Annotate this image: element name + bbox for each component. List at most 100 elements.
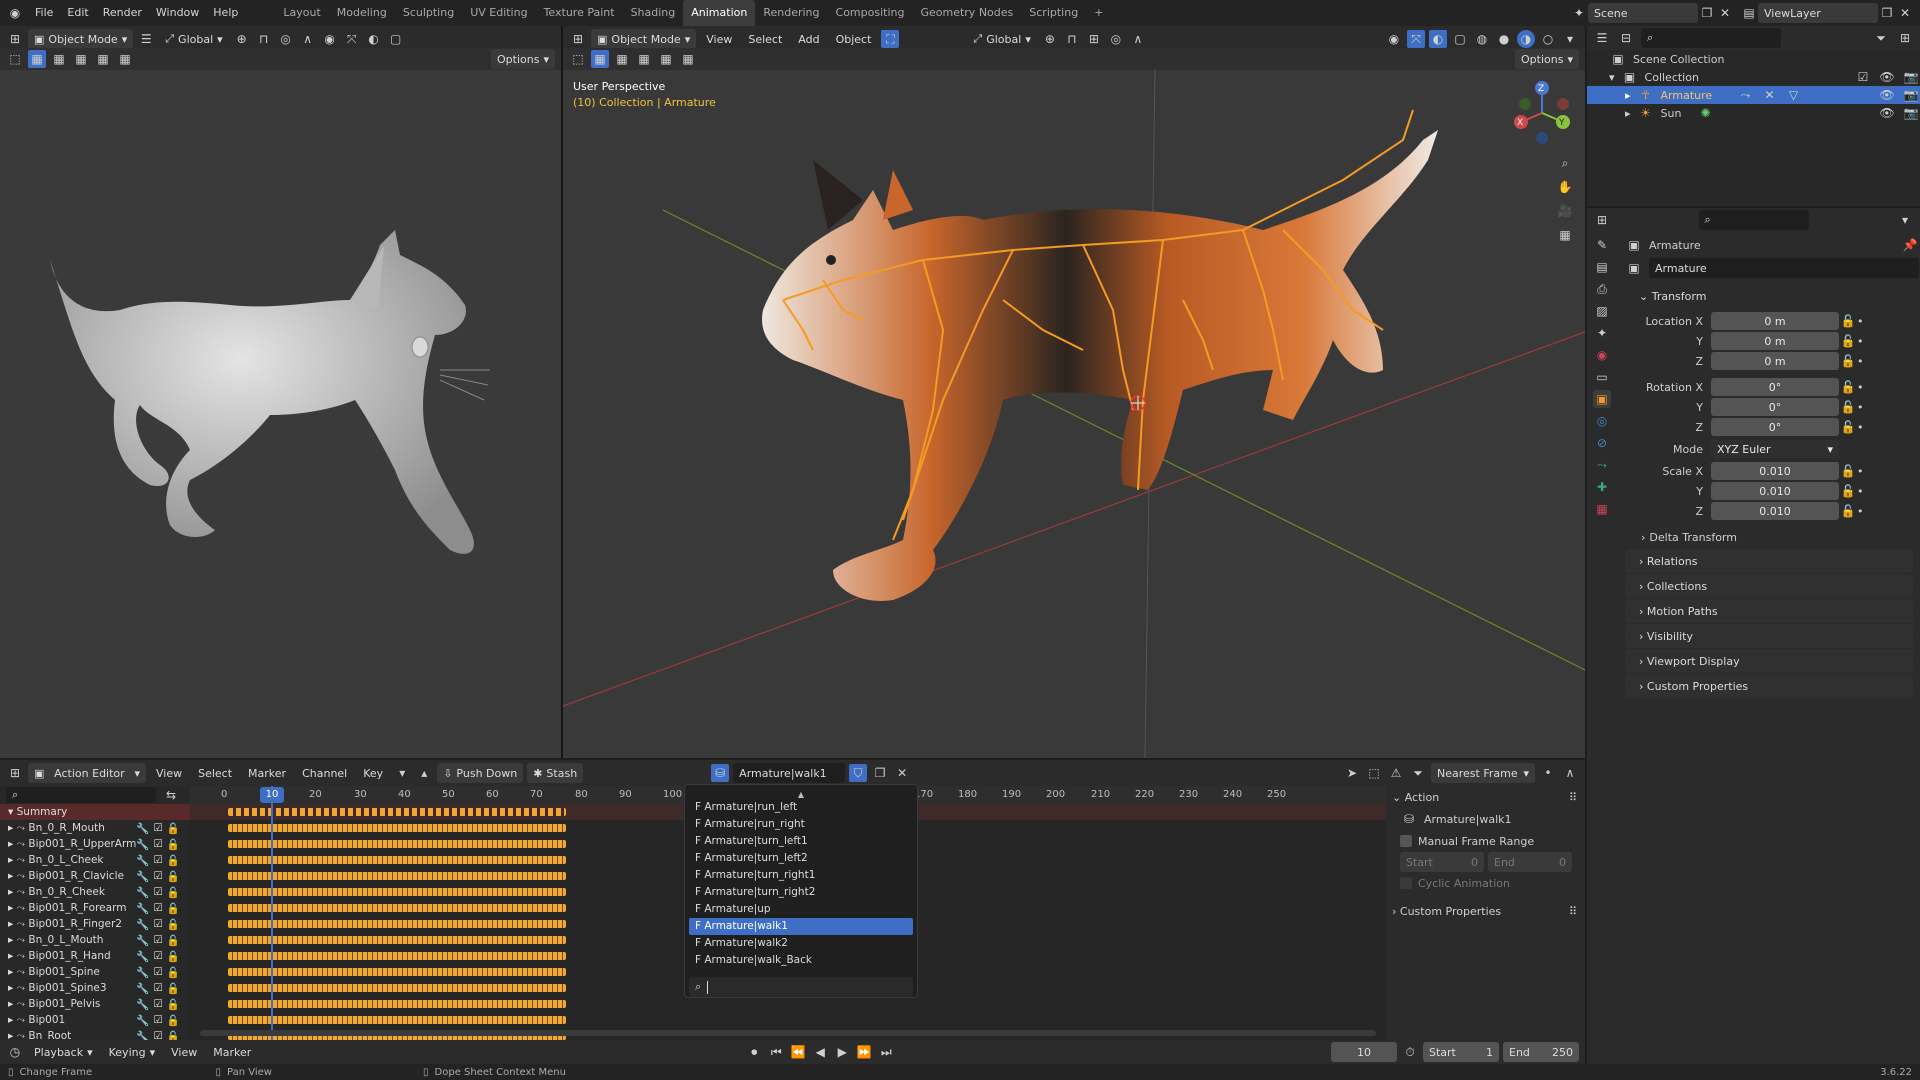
keyframe-track[interactable] xyxy=(228,1016,566,1024)
channel-checkbox[interactable]: ☑ xyxy=(153,1014,162,1026)
select-tool-icon[interactable]: ⬚ xyxy=(6,50,24,68)
rotation-y-field[interactable]: 0° xyxy=(1711,398,1839,416)
menu-add[interactable]: Add xyxy=(792,29,825,49)
location-x-field[interactable]: 0 m xyxy=(1711,312,1839,330)
select-mode-new-icon[interactable]: ▦ xyxy=(28,50,46,68)
lock-icon[interactable]: 🔓 xyxy=(167,854,180,867)
tab-animation[interactable]: Animation xyxy=(683,0,756,26)
select-mode-subtract-icon[interactable]: ▦ xyxy=(635,50,653,68)
eye-icon[interactable]: 👁 xyxy=(1878,86,1896,104)
expand-arrow-icon[interactable]: ▸ xyxy=(8,950,13,962)
expand-arrow-icon[interactable]: ▸ xyxy=(8,998,13,1010)
expand-arrow-icon[interactable]: ▸ xyxy=(8,1014,13,1026)
outliner-row-armature[interactable]: ▸ ☥ Armature ⤳ ✕ ▽ 👁 📷 xyxy=(1587,86,1920,104)
play-reverse-icon[interactable]: ◀ xyxy=(811,1043,829,1061)
stopwatch-icon[interactable]: ⏱ xyxy=(1401,1043,1419,1061)
tab-rendering[interactable]: Rendering xyxy=(755,0,827,26)
lock-icon[interactable]: 🔓 xyxy=(1839,482,1857,500)
expand-arrow-icon[interactable]: ▸ xyxy=(1625,107,1631,120)
visibility-icon[interactable]: ◉ xyxy=(1385,30,1403,48)
action-list-item[interactable]: F Armature|turn_left1 xyxy=(689,833,913,850)
viewport-display-header[interactable]: › Viewport Display xyxy=(1625,649,1913,673)
tab-shading[interactable]: Shading xyxy=(623,0,684,26)
tab-compositing[interactable]: Compositing xyxy=(828,0,913,26)
playhead-frame-badge[interactable]: 10 xyxy=(260,787,284,803)
chevron-down-icon[interactable]: ▾ xyxy=(1896,211,1914,229)
viewlayer-selector[interactable]: ViewLayer xyxy=(1758,3,1878,23)
location-z-field[interactable]: 0 m xyxy=(1711,352,1839,370)
summary-row[interactable]: ▾ Summary xyxy=(0,804,190,820)
overlay-icon[interactable]: ◐ xyxy=(1429,30,1447,48)
shading-material-icon[interactable]: ◑ xyxy=(1517,30,1535,48)
scale-z-field[interactable]: 0.010 xyxy=(1711,502,1839,520)
lock-icon[interactable]: 🔓 xyxy=(167,822,180,835)
action-list-item[interactable]: F Armature|run_left xyxy=(689,799,913,816)
visibility-icon[interactable]: ◉ xyxy=(321,30,339,48)
wrench-icon[interactable]: 🔧 xyxy=(136,1030,149,1041)
expand-arrow-icon[interactable]: ▸ xyxy=(8,1030,13,1040)
gizmo-icon[interactable]: ⤧ xyxy=(1407,30,1425,48)
menu-channel[interactable]: Channel xyxy=(296,763,353,783)
lock-icon[interactable]: 🔓 xyxy=(167,902,180,915)
jump-end-icon[interactable]: ⏭ xyxy=(877,1043,895,1061)
custom-properties-header[interactable]: › Custom Properties xyxy=(1625,674,1913,698)
channel-row[interactable]: ▸ ⤳ Bip001_Spine 🔧 ☑ 🔓 xyxy=(0,964,190,980)
channel-row[interactable]: ▸ ⤳ Bip001_R_Finger2 🔧 ☑ 🔓 xyxy=(0,916,190,932)
shading-rendered-icon[interactable]: ○ xyxy=(1539,30,1557,48)
menu-object[interactable]: Object xyxy=(830,29,878,49)
only-errors-icon[interactable]: ⚠ xyxy=(1387,764,1405,782)
scene-collection-label[interactable]: Scene Collection xyxy=(1633,53,1724,66)
show-hidden-icon[interactable]: ⬚ xyxy=(1365,764,1383,782)
left-viewport[interactable] xyxy=(0,70,561,758)
channel-row[interactable]: ▸ ⤳ Bip001_Spine3 🔧 ☑ 🔓 xyxy=(0,980,190,996)
proportional-icon[interactable]: • xyxy=(1539,764,1557,782)
rotation-x-field[interactable]: 0° xyxy=(1711,378,1839,396)
drag-handle-icon[interactable]: ⠿ xyxy=(1569,791,1577,804)
tab-texture-paint[interactable]: Texture Paint xyxy=(536,0,623,26)
action-list-item[interactable]: F Armature|turn_right1 xyxy=(689,867,913,884)
channel-checkbox[interactable]: ☑ xyxy=(153,838,162,850)
object-name-field[interactable]: Armature xyxy=(1649,258,1919,278)
lock-icon[interactable]: 🔓 xyxy=(1839,378,1857,396)
select-mode-invert-icon[interactable]: ▦ xyxy=(94,50,112,68)
menu-select[interactable]: Select xyxy=(192,763,238,783)
falloff-icon[interactable]: ∧ xyxy=(1561,764,1579,782)
mode-selector[interactable]: ▣ Object Mode ▾ xyxy=(591,29,697,49)
wrench-icon[interactable]: 🔧 xyxy=(136,838,149,851)
transform-header[interactable]: ⌄ Transform xyxy=(1625,284,1913,308)
drag-handle-icon[interactable]: ⠿ xyxy=(1569,905,1577,918)
channel-checkbox[interactable]: ☑ xyxy=(153,918,162,930)
select-mode-extend-icon[interactable]: ▦ xyxy=(50,50,68,68)
expand-arrow-icon[interactable]: ▸ xyxy=(8,838,13,850)
properties-search[interactable]: ⌕ xyxy=(1698,210,1809,230)
expand-arrow-icon[interactable]: ▸ xyxy=(1625,89,1631,102)
relations-header[interactable]: › Relations xyxy=(1625,549,1913,573)
menu-keying[interactable]: Keying ▾ xyxy=(103,1042,161,1062)
zoom-icon[interactable]: ⌕ xyxy=(1556,154,1574,172)
action-list-item[interactable]: F Armature|turn_left2 xyxy=(689,850,913,867)
pin-icon[interactable]: 📌 xyxy=(1901,236,1919,254)
keyframe-track[interactable] xyxy=(228,840,566,848)
expand-arrow-icon[interactable]: ▸ xyxy=(8,934,13,946)
start-frame-field[interactable]: Start 1 xyxy=(1423,1042,1499,1062)
keyframe-track[interactable] xyxy=(228,952,566,960)
collection-label[interactable]: Collection xyxy=(1645,71,1848,84)
select-mode-intersect-icon[interactable]: ▦ xyxy=(679,50,697,68)
record-icon[interactable]: ⏺ xyxy=(745,1043,763,1061)
keyframe-track[interactable] xyxy=(228,872,566,880)
channel-row[interactable]: ▸ ⤳ Bip001_R_UpperArm 🔧 ☑ 🔓 xyxy=(0,836,190,852)
channel-row[interactable]: ▸ ⤳ Bip001_Pelvis 🔧 ☑ 🔓 xyxy=(0,996,190,1012)
lock-icon[interactable]: 🔓 xyxy=(1839,502,1857,520)
jump-start-icon[interactable]: ⏮ xyxy=(767,1043,785,1061)
action-name-field[interactable]: Armature|walk1 xyxy=(733,763,846,783)
wrench-icon[interactable]: 🔧 xyxy=(136,918,149,931)
lock-icon[interactable]: 🔓 xyxy=(1839,352,1857,370)
lock-icon[interactable]: 🔓 xyxy=(167,1014,180,1027)
editor-type-icon[interactable]: ☰ xyxy=(1593,29,1611,47)
eye-icon[interactable]: 👁 xyxy=(1878,68,1896,86)
outliner-search[interactable]: ⌕ xyxy=(1641,28,1781,48)
location-y-field[interactable]: 0 m xyxy=(1711,332,1839,350)
hamburger-icon[interactable]: ☰ xyxy=(137,30,155,48)
select-mode-new-icon[interactable]: ▦ xyxy=(591,50,609,68)
custom-props-header[interactable]: › Custom Properties xyxy=(1392,905,1501,918)
